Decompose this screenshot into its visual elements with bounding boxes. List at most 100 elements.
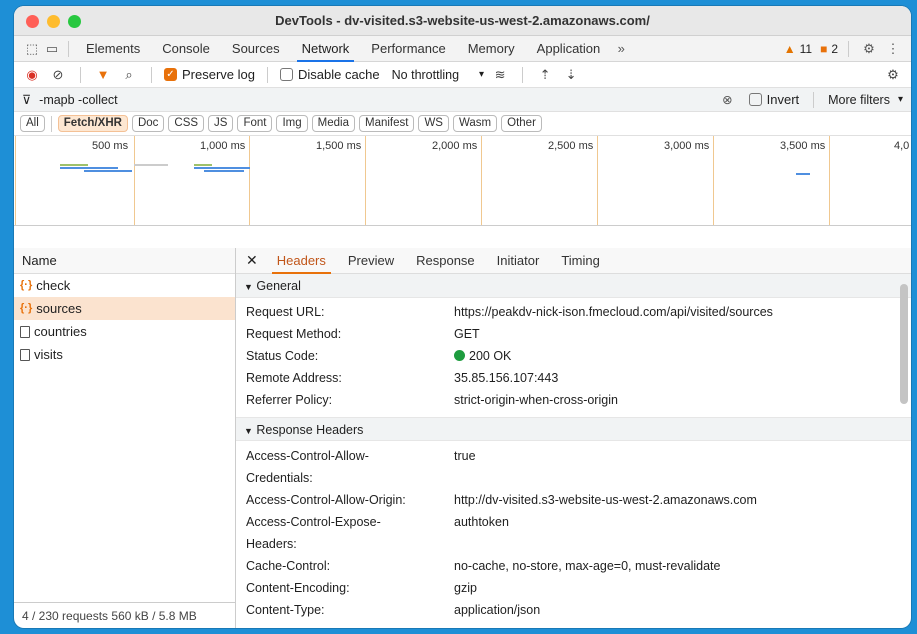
- preserve-log-checkbox[interactable]: ✓ Preserve log: [164, 67, 255, 82]
- header-value[interactable]: no-cache, no-store, max-age=0, must-reva…: [454, 555, 911, 577]
- filter-icon: ⊽: [22, 93, 32, 107]
- type-filter-doc[interactable]: Doc: [131, 115, 165, 132]
- tab-initiator[interactable]: Initiator: [486, 248, 551, 274]
- general-section-header[interactable]: ▼ General: [236, 274, 911, 298]
- details-tab-bar: ✕ Headers Preview Response Initiator Tim…: [236, 248, 911, 274]
- settings-gear-icon[interactable]: ⚙: [859, 39, 879, 59]
- devtools-window: DevTools - dv-visited.s3-website-us-west…: [14, 6, 911, 628]
- close-details-icon[interactable]: ✕: [244, 252, 266, 269]
- xhr-icon: {·}: [20, 302, 33, 314]
- request-row-countries[interactable]: countries: [14, 320, 235, 343]
- tab-network[interactable]: Network: [291, 36, 361, 62]
- resource-type-filter: All Fetch/XHR Doc CSS JS Font Img Media …: [14, 112, 911, 136]
- kebab-menu-icon[interactable]: ⋮: [883, 39, 903, 59]
- type-filter-all[interactable]: All: [20, 115, 45, 132]
- header-value[interactable]: application/json: [454, 599, 911, 621]
- error-count[interactable]: 2: [831, 42, 838, 56]
- timeline-tick-label: 3,000 ms: [664, 140, 710, 152]
- timeline-bar: [204, 170, 244, 172]
- preserve-log-label: Preserve log: [182, 67, 255, 82]
- clear-filter-icon[interactable]: ⊗: [722, 92, 732, 107]
- section-title: General: [256, 279, 301, 293]
- timeline-tick-label: 4,0: [894, 140, 910, 152]
- timeline-tick-label: 1,500 ms: [316, 140, 362, 152]
- type-filter-wasm[interactable]: Wasm: [452, 115, 498, 132]
- header-value[interactable]: 35.85.156.107:443: [454, 367, 911, 389]
- network-conditions-icon[interactable]: ≋: [490, 65, 510, 85]
- type-filter-ws[interactable]: WS: [418, 115, 449, 132]
- type-filter-js[interactable]: JS: [208, 115, 234, 132]
- request-name: check: [36, 278, 71, 293]
- network-panes: Name {·} check {·} sources countries vis…: [14, 248, 911, 628]
- filter-input[interactable]: -mapb -collect: [39, 93, 714, 107]
- error-icon[interactable]: ■: [820, 42, 827, 56]
- import-har-icon[interactable]: ⇡: [535, 65, 555, 85]
- response-headers-section-header[interactable]: ▼ Response Headers: [236, 417, 911, 441]
- type-filter-media[interactable]: Media: [311, 115, 355, 132]
- panel-tab-bar: ⬚ ▭ Elements Console Sources Network Per…: [14, 36, 911, 62]
- tab-headers[interactable]: Headers: [266, 248, 337, 274]
- header-value[interactable]: strict-origin-when-cross-origin: [454, 389, 911, 411]
- more-filters-button[interactable]: More filters: [828, 93, 890, 107]
- status-value[interactable]: 200 OK: [454, 345, 911, 367]
- invert-checkbox[interactable]: Invert: [748, 92, 799, 107]
- empty-checkbox-icon: [748, 93, 762, 106]
- more-tabs-icon[interactable]: »: [611, 39, 631, 59]
- inspect-element-icon[interactable]: ⬚: [22, 39, 42, 59]
- clear-icon[interactable]: ⊘: [48, 65, 68, 85]
- zoom-window-button[interactable]: [68, 15, 81, 28]
- disable-cache-checkbox[interactable]: Disable cache: [279, 67, 380, 82]
- chevron-down-icon[interactable]: ▾: [479, 69, 484, 80]
- type-filter-img[interactable]: Img: [276, 115, 308, 132]
- minimize-window-button[interactable]: [47, 15, 60, 28]
- tab-sources[interactable]: Sources: [221, 36, 291, 62]
- document-icon: [20, 325, 30, 338]
- request-row-check[interactable]: {·} check: [14, 274, 235, 297]
- name-column-header[interactable]: Name: [14, 248, 235, 274]
- type-filter-fetch-xhr[interactable]: Fetch/XHR: [57, 115, 128, 132]
- tab-memory[interactable]: Memory: [457, 36, 526, 62]
- type-filter-css[interactable]: CSS: [168, 115, 205, 132]
- tab-timing[interactable]: Timing: [550, 248, 611, 274]
- tab-performance[interactable]: Performance: [360, 36, 456, 62]
- details-scrollbar[interactable]: [900, 284, 908, 404]
- network-settings-gear-icon[interactable]: ⚙: [883, 65, 903, 85]
- tab-preview[interactable]: Preview: [337, 248, 405, 274]
- network-timeline-overview[interactable]: 500 ms 1,000 ms 1,500 ms 2,000 ms 2,500 …: [14, 136, 911, 226]
- timeline-tick-label: 1,000 ms: [200, 140, 246, 152]
- timeline-bar: [194, 164, 212, 166]
- export-har-icon[interactable]: ⇣: [561, 65, 581, 85]
- disable-cache-label: Disable cache: [297, 67, 380, 82]
- type-filter-manifest[interactable]: Manifest: [358, 115, 415, 132]
- warning-icon[interactable]: ▲: [784, 42, 796, 56]
- header-value[interactable]: https://peakdv-nick-ison.fmecloud.com/ap…: [454, 301, 911, 323]
- header-row: Cache-Control: no-cache, no-store, max-ag…: [236, 555, 911, 577]
- close-window-button[interactable]: [26, 15, 39, 28]
- tab-application[interactable]: Application: [526, 36, 612, 62]
- triangle-down-icon: ▼: [244, 426, 253, 436]
- request-name: sources: [36, 301, 82, 316]
- type-filter-font[interactable]: Font: [237, 115, 273, 132]
- header-value[interactable]: GET: [454, 323, 911, 345]
- tab-response[interactable]: Response: [405, 248, 486, 274]
- timeline-bar: [796, 173, 810, 175]
- header-row: Access-Control-Expose-authtoken: [236, 511, 911, 533]
- throttling-select[interactable]: No throttling: [392, 68, 459, 82]
- header-value[interactable]: authtoken: [454, 511, 911, 533]
- warning-count[interactable]: 11: [800, 42, 812, 56]
- tab-elements[interactable]: Elements: [75, 36, 151, 62]
- type-filter-other[interactable]: Other: [501, 115, 542, 132]
- tab-console[interactable]: Console: [151, 36, 221, 62]
- request-name: visits: [34, 347, 63, 362]
- device-toolbar-icon[interactable]: ▭: [42, 39, 62, 59]
- chevron-down-icon[interactable]: ▾: [898, 94, 903, 105]
- header-row: Content-Encoding: gzip: [236, 577, 911, 599]
- search-icon[interactable]: ⌕: [119, 65, 139, 85]
- record-icon[interactable]: ◉: [22, 65, 42, 85]
- header-value[interactable]: gzip: [454, 577, 911, 599]
- header-value[interactable]: http://dv-visited.s3-website-us-west-2.a…: [454, 489, 911, 511]
- header-value[interactable]: true: [454, 445, 911, 467]
- request-row-sources[interactable]: {·} sources: [14, 297, 235, 320]
- request-row-visits[interactable]: visits: [14, 343, 235, 366]
- filter-funnel-icon[interactable]: ▼: [93, 65, 113, 85]
